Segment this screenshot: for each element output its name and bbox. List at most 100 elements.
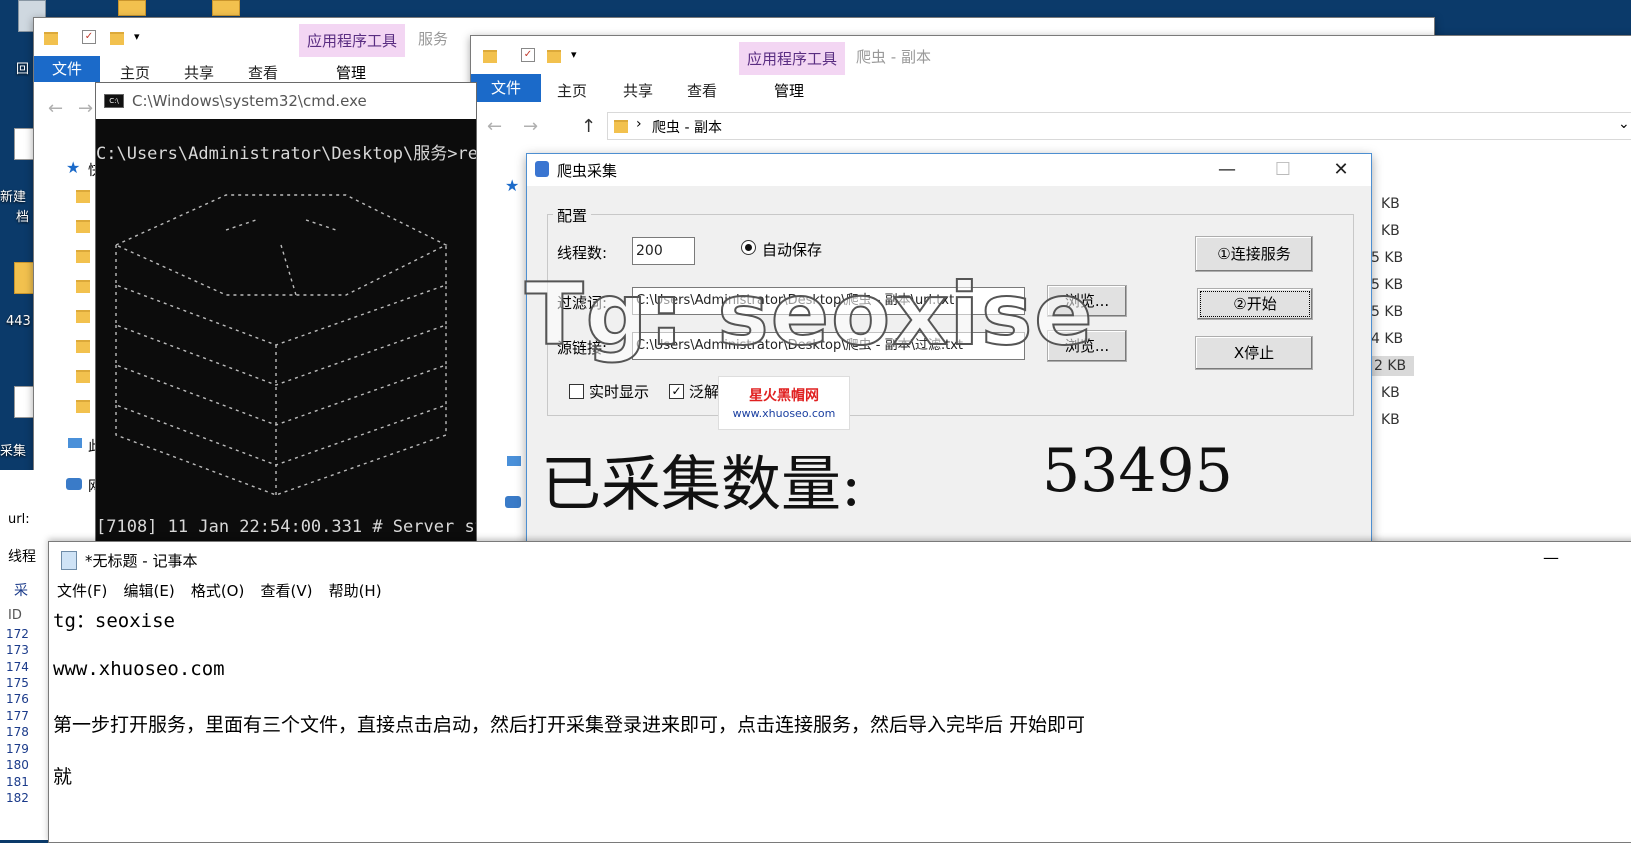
tab-file[interactable]: 文件 [34, 56, 100, 82]
minimize-button[interactable]: — [1199, 154, 1255, 186]
stop-button[interactable]: X停止 [1195, 336, 1313, 370]
file-size: KB [1381, 412, 1400, 428]
notepad-window: *无标题 - 记事本 — 文件(F) 编辑(E) 格式(O) 查看(V) 帮助(… [48, 541, 1631, 843]
folder-icon[interactable] [76, 370, 90, 383]
menu-format[interactable]: 格式(O) [191, 578, 245, 604]
breadcrumb[interactable]: 爬虫 - 副本 [652, 117, 722, 137]
tab-file[interactable]: 文件 [471, 74, 541, 102]
up-arrow-icon[interactable]: ↑ [581, 116, 596, 137]
folder-icon[interactable] [76, 190, 90, 203]
tab-share[interactable]: 共享 [623, 80, 653, 101]
menu-file[interactable]: 文件(F) [57, 578, 107, 604]
collected-count-label: 已采集数量: [541, 450, 862, 520]
notepad-text-area[interactable]: tg：seoxise www.xhuoseo.com 第一步打开服务，里面有三个… [49, 604, 1631, 842]
file-size: KB [1381, 385, 1400, 401]
window-title: 爬虫 - 副本 [856, 48, 931, 66]
menu-edit[interactable]: 编辑(E) [123, 578, 174, 604]
connect-service-button[interactable]: ①连接服务 [1195, 236, 1313, 272]
partial-app-panel: url: 线程 采 ID 172 173 174 175 176 177 178… [0, 470, 50, 840]
folder-icon[interactable] [76, 400, 90, 413]
folder-icon[interactable] [76, 310, 90, 323]
properties-icon[interactable]: ✓ [521, 48, 535, 62]
text-line: www.xhuoseo.com [53, 658, 225, 680]
quick-access-star-icon[interactable]: ★ [66, 158, 80, 177]
logo-name: 星火黑帽网 [749, 388, 819, 404]
collected-count-value: 53495 [1042, 436, 1233, 506]
tab-application-tools[interactable]: 应用程序工具 [299, 24, 406, 57]
chevron-down-icon[interactable]: ⌄ [1618, 116, 1630, 132]
cmd-prompt: C:\Users\Administrator\Desktop\服务>re [96, 144, 477, 164]
new-folder-icon[interactable] [547, 50, 561, 63]
cmd-icon: C:\ [104, 94, 124, 108]
tab-view[interactable]: 查看 [687, 80, 717, 101]
start-button[interactable]: ②开始 [1197, 288, 1313, 320]
auto-save-radio[interactable] [741, 240, 756, 255]
quick-access-toolbar: ✓ ▾ [471, 36, 1631, 76]
tab-home[interactable]: 主页 [557, 80, 587, 101]
folder-icon[interactable] [76, 220, 90, 233]
network-icon[interactable] [66, 478, 82, 490]
redis-ascii-logo [114, 194, 448, 496]
parse-label: 泛解 [689, 383, 720, 401]
desktop-label: 采集 [0, 444, 27, 459]
text-line: 就 [53, 766, 73, 788]
close-button[interactable]: ✕ [1313, 154, 1369, 186]
network-icon[interactable] [505, 496, 521, 508]
app-logo-icon [535, 161, 549, 177]
text-line: tg：seoxise [53, 610, 175, 632]
address-bar[interactable]: › 爬虫 - 副本 ⌄ [607, 112, 1631, 140]
notepad-title: *无标题 - 记事本 [85, 551, 198, 570]
cmd-window: C:\ C:\Windows\system32\cmd.exe C:\Users… [95, 82, 477, 544]
desktop-folder-icon[interactable] [212, 0, 240, 16]
chevron-down-icon[interactable]: ▾ [571, 48, 577, 61]
parse-checkbox[interactable]: ✓ [669, 384, 684, 399]
tab-manage[interactable]: 管理 [774, 80, 804, 101]
folder-icon [483, 50, 497, 63]
folder-icon[interactable] [76, 340, 90, 353]
quick-access-star-icon[interactable]: ★ [505, 176, 519, 195]
thread-count-label: 线程数: [557, 244, 608, 262]
realtime-display-checkbox[interactable] [569, 384, 584, 399]
back-arrow-icon[interactable]: ← [48, 98, 63, 119]
tab-manage[interactable]: 管理 [336, 62, 366, 83]
minimize-button[interactable]: — [1543, 548, 1559, 567]
menu-view[interactable]: 查看(V) [260, 578, 312, 604]
thread-count-input[interactable]: 200 [632, 237, 695, 265]
file-size: 5 KB [1371, 277, 1404, 293]
properties-icon[interactable]: ✓ [82, 30, 96, 44]
cmd-log-line: [7108] 11 Jan 22:54:00.331 # Server st [96, 517, 477, 537]
desktop-label: 443 [6, 314, 31, 329]
this-pc-icon[interactable] [68, 438, 82, 448]
tab-application-tools[interactable]: 应用程序工具 [739, 42, 846, 75]
tab-view[interactable]: 查看 [248, 62, 278, 83]
desktop-folder-icon[interactable] [118, 0, 146, 16]
crawler-titlebar: 爬虫采集 — ☐ ✕ [527, 154, 1371, 186]
notepad-icon [61, 550, 77, 570]
url-label: url: [8, 512, 30, 527]
new-folder-icon[interactable] [110, 32, 124, 45]
file-size: 4 KB [1371, 331, 1404, 347]
folder-icon[interactable] [76, 280, 90, 293]
breadcrumb-chevron-icon: › [636, 116, 642, 132]
back-arrow-icon[interactable]: ← [487, 116, 502, 137]
watermark-text: Tg: seoxise [524, 264, 1095, 366]
tab-home[interactable]: 主页 [120, 62, 150, 83]
forward-arrow-icon[interactable]: → [78, 98, 93, 119]
tab-collect[interactable]: 采 [14, 580, 28, 600]
cmd-titlebar: C:\ C:\Windows\system32\cmd.exe [96, 83, 476, 119]
id-cell: 180 [6, 758, 29, 772]
forward-arrow-icon[interactable]: → [523, 116, 538, 137]
maximize-button[interactable]: ☐ [1255, 154, 1311, 186]
folder-icon[interactable] [76, 250, 90, 263]
tab-share[interactable]: 共享 [184, 62, 214, 83]
menu-help[interactable]: 帮助(H) [329, 578, 382, 604]
dialog-title: 爬虫采集 [557, 162, 618, 180]
id-cell: 173 [6, 643, 29, 657]
chevron-down-icon[interactable]: ▾ [134, 30, 140, 43]
notepad-menubar: 文件(F) 编辑(E) 格式(O) 查看(V) 帮助(H) [49, 578, 1631, 604]
desktop-label: 档 [16, 210, 30, 225]
id-cell: 178 [6, 725, 29, 739]
folder-icon [44, 32, 58, 45]
this-pc-icon[interactable] [507, 456, 521, 466]
id-cell: 179 [6, 742, 29, 756]
